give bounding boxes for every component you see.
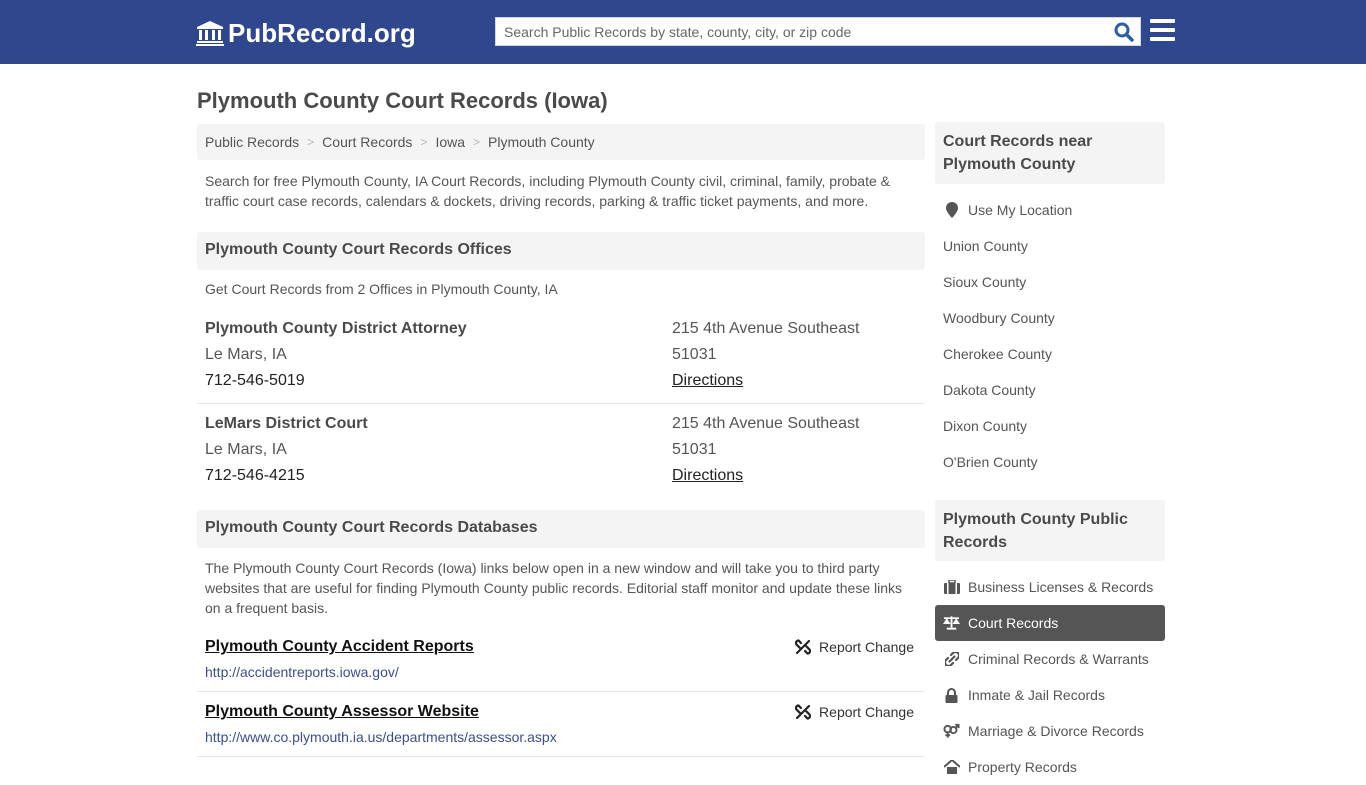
report-change-button[interactable]: Report Change bbox=[795, 704, 914, 720]
directions-link[interactable]: Directions bbox=[672, 372, 743, 389]
report-change-button[interactable]: Report Change bbox=[795, 639, 914, 655]
nearby-county-link[interactable]: Sioux County bbox=[935, 264, 1165, 300]
office-card: LeMars District Court Le Mars, IA 712-54… bbox=[197, 411, 925, 505]
use-my-location-label: Use My Location bbox=[968, 202, 1073, 218]
intro-text: Search for free Plymouth County, IA Cour… bbox=[205, 173, 890, 209]
divider bbox=[197, 691, 925, 692]
public-records-heading: Plymouth County Public Records bbox=[935, 500, 1165, 561]
database-url-link[interactable]: http://accidentreports.iowa.gov/ bbox=[205, 664, 399, 680]
page-title: Plymouth County Court Records (Iowa) bbox=[197, 88, 608, 113]
office-name: Plymouth County District Attorney bbox=[205, 320, 467, 337]
database-url-link[interactable]: http://www.co.plymouth.ia.us/departments… bbox=[205, 729, 557, 745]
broken-link-icon bbox=[795, 639, 812, 655]
breadcrumb-separator: > bbox=[420, 135, 428, 149]
scales-icon bbox=[943, 615, 960, 631]
divider bbox=[197, 403, 925, 404]
link-icon bbox=[943, 651, 960, 667]
sidebar-item-inmate-records[interactable]: Inmate & Jail Records bbox=[935, 677, 1165, 713]
report-change-label: Report Change bbox=[819, 704, 914, 720]
search-input[interactable] bbox=[496, 18, 1096, 45]
databases-intro: The Plymouth County Court Records (Iowa)… bbox=[205, 560, 903, 616]
sidebar-item-label: Property Records bbox=[968, 759, 1077, 775]
office-name: LeMars District Court bbox=[205, 415, 368, 432]
database-title-link[interactable]: Plymouth County Assessor Website bbox=[205, 703, 479, 721]
broken-link-icon bbox=[795, 704, 812, 720]
breadcrumb-court-records[interactable]: Court Records bbox=[322, 134, 412, 150]
office-phone[interactable]: 712-546-5019 bbox=[205, 368, 467, 394]
office-zip: 51031 bbox=[672, 441, 717, 458]
sidebar-item-court-records[interactable]: Court Records bbox=[935, 605, 1165, 641]
lock-icon bbox=[943, 687, 960, 703]
menu-bar bbox=[1150, 37, 1175, 41]
nearby-county-link[interactable]: Woodbury County bbox=[935, 300, 1165, 336]
office-phone[interactable]: 712-546-4215 bbox=[205, 463, 368, 489]
sidebar-item-label: Business Licenses & Records bbox=[968, 579, 1154, 595]
nearby-county-link[interactable]: Cherokee County bbox=[935, 336, 1165, 372]
map-marker-icon bbox=[943, 202, 960, 218]
sidebar-item-criminal-records[interactable]: Criminal Records & Warrants bbox=[935, 641, 1165, 677]
top-navbar: PubRecord.org bbox=[0, 0, 1366, 64]
office-city: Le Mars, IA bbox=[205, 441, 287, 458]
office-card: Plymouth County District Attorney Le Mar… bbox=[197, 316, 925, 410]
nearby-county-link[interactable]: Dakota County bbox=[935, 372, 1165, 408]
directions-link[interactable]: Directions bbox=[672, 467, 743, 484]
hamburger-menu-icon[interactable] bbox=[1150, 19, 1175, 42]
offices-heading: Plymouth County Court Records Offices bbox=[197, 232, 925, 270]
sidebar-item-label: Inmate & Jail Records bbox=[968, 687, 1105, 703]
logo-text: PubRecord.org bbox=[228, 17, 416, 48]
sidebar-item-label: Marriage & Divorce Records bbox=[968, 723, 1144, 739]
database-title-link[interactable]: Plymouth County Accident Reports bbox=[205, 638, 474, 656]
gender-icon bbox=[943, 723, 960, 739]
report-change-label: Report Change bbox=[819, 639, 914, 655]
search-box bbox=[495, 17, 1141, 46]
office-address: 215 4th Avenue Southeast bbox=[672, 320, 860, 337]
breadcrumb-plymouth-county[interactable]: Plymouth County bbox=[488, 134, 595, 150]
sidebar-item-marriage-records[interactable]: Marriage & Divorce Records bbox=[935, 713, 1165, 749]
home-icon bbox=[943, 759, 960, 775]
office-city: Le Mars, IA bbox=[205, 346, 287, 363]
search-icon[interactable] bbox=[1114, 22, 1134, 42]
breadcrumb-public-records[interactable]: Public Records bbox=[205, 134, 299, 150]
briefcase-icon bbox=[943, 579, 960, 595]
sidebar-item-business-licenses[interactable]: Business Licenses & Records bbox=[935, 569, 1165, 605]
site-logo[interactable]: PubRecord.org bbox=[196, 18, 416, 48]
use-my-location-link[interactable]: Use My Location bbox=[935, 192, 1165, 228]
nearby-county-link[interactable]: O'Brien County bbox=[935, 444, 1165, 480]
breadcrumb-separator: > bbox=[473, 135, 481, 149]
nearby-county-link[interactable]: Union County bbox=[935, 228, 1165, 264]
divider bbox=[197, 756, 925, 757]
sidebar-item-label: Criminal Records & Warrants bbox=[968, 651, 1149, 667]
menu-bar bbox=[1150, 19, 1175, 23]
courthouse-icon bbox=[196, 21, 224, 46]
databases-heading: Plymouth County Court Records Databases bbox=[197, 510, 925, 548]
menu-bar bbox=[1150, 28, 1175, 32]
database-item: Plymouth County Assessor Website http://… bbox=[197, 697, 925, 757]
sidebar-item-property-records[interactable]: Property Records bbox=[935, 749, 1165, 785]
database-item: Plymouth County Accident Reports http://… bbox=[197, 632, 925, 692]
office-zip: 51031 bbox=[672, 346, 717, 363]
offices-subtitle: Get Court Records from 2 Offices in Plym… bbox=[205, 281, 558, 297]
office-address: 215 4th Avenue Southeast bbox=[672, 415, 860, 432]
nearby-county-link[interactable]: Dixon County bbox=[935, 408, 1165, 444]
breadcrumb: Public Records > Court Records > Iowa > … bbox=[197, 124, 925, 160]
breadcrumb-iowa[interactable]: Iowa bbox=[435, 134, 465, 150]
sidebar-item-label: Court Records bbox=[968, 615, 1059, 631]
breadcrumb-separator: > bbox=[307, 135, 315, 149]
nearby-heading: Court Records near Plymouth County bbox=[935, 122, 1165, 184]
